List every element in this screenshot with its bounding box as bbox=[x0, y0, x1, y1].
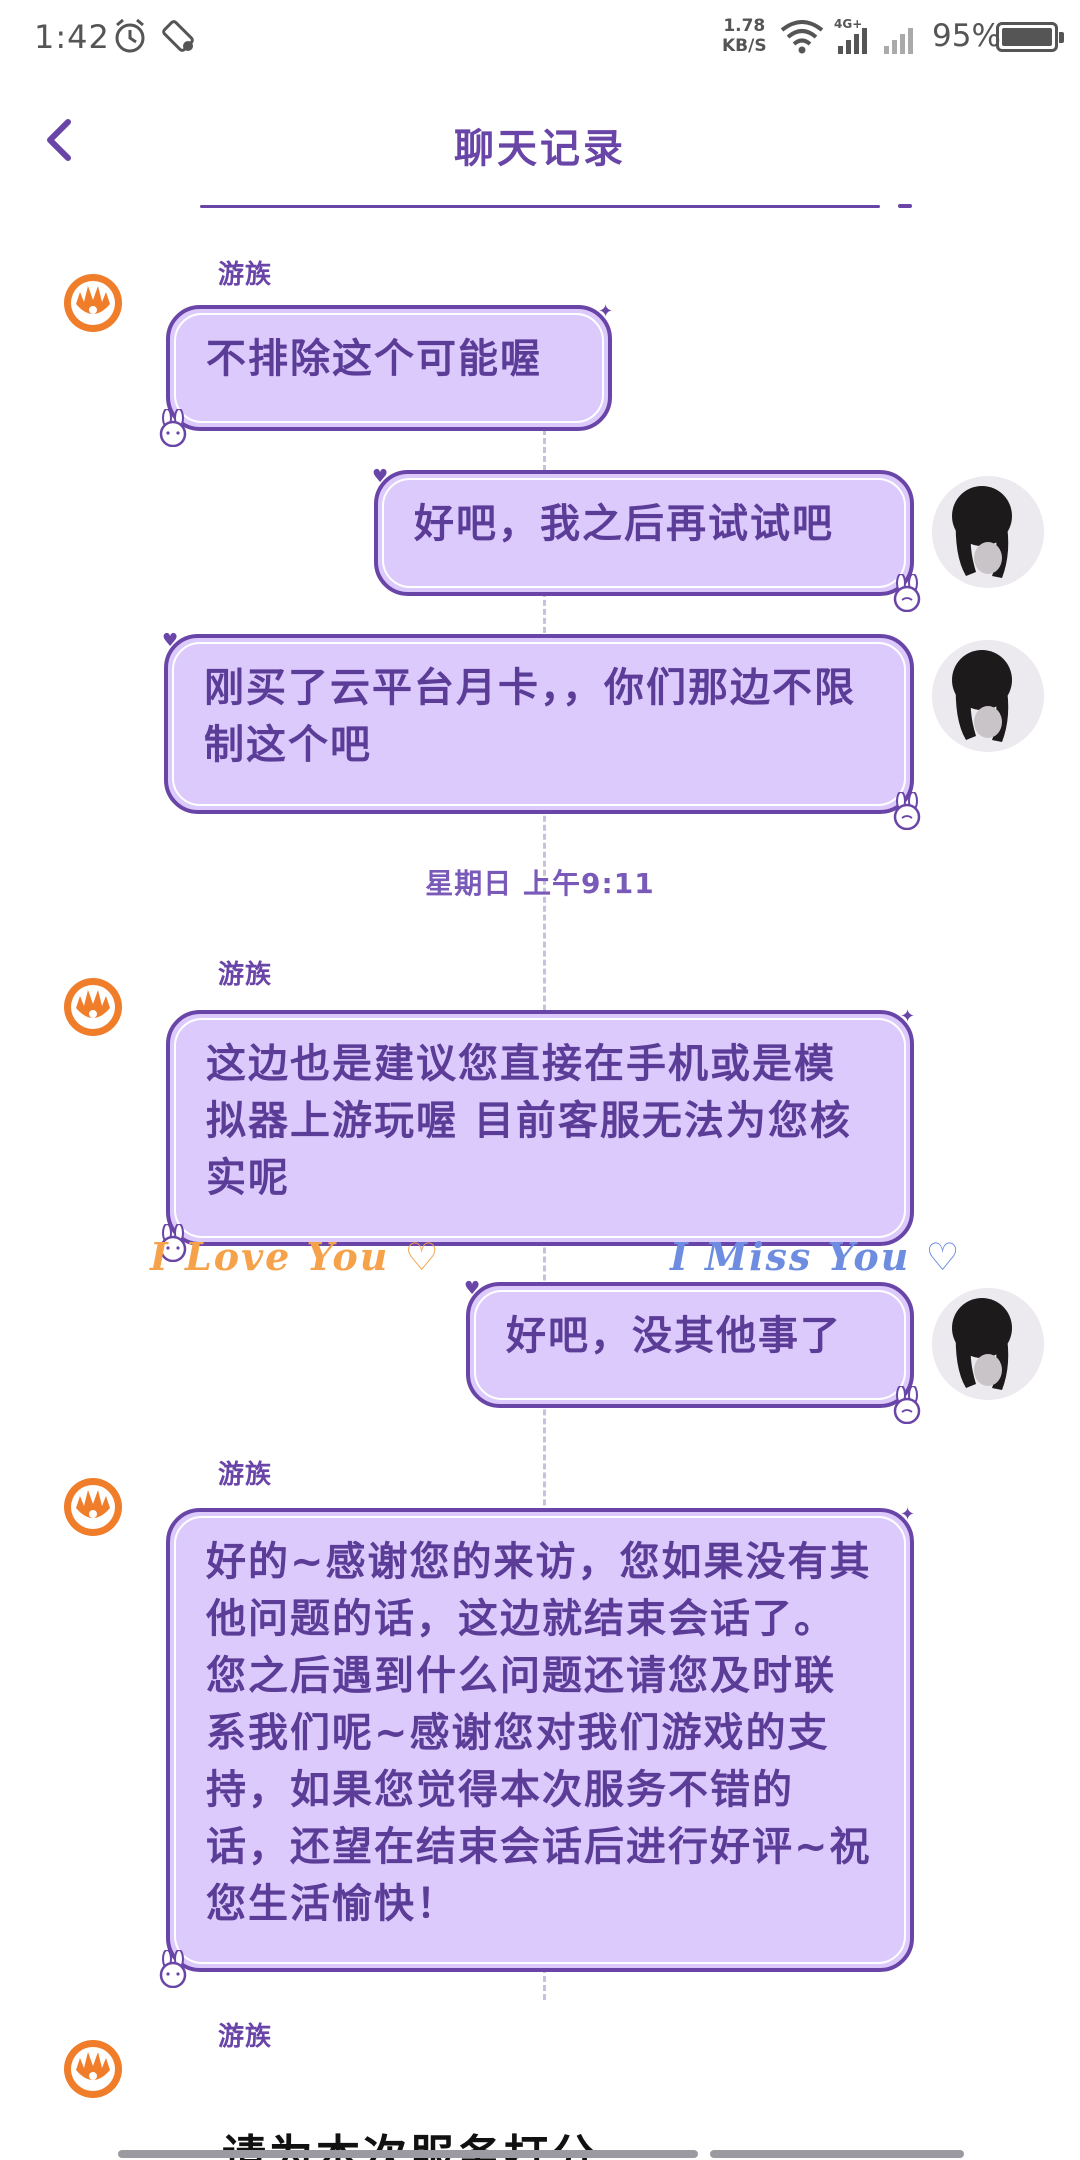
heart-icon: ♥ bbox=[372, 466, 391, 487]
sender-name: 游族 bbox=[218, 260, 273, 290]
wifi-icon bbox=[780, 20, 824, 54]
message-text: 不排除这个可能喔 bbox=[206, 336, 542, 382]
bunny-icon bbox=[893, 792, 921, 830]
net-speed-value: 1.78 bbox=[723, 16, 766, 36]
message-bubble-agent: 这边也是建议您直接在手机或是模拟器上游玩喔 目前客服无法为您核实呢 ✦ bbox=[159, 1008, 915, 1262]
star-icon: ✦ bbox=[900, 1006, 918, 1027]
message-text: 好吧，没其他事了 bbox=[506, 1313, 842, 1359]
header-divider bbox=[200, 205, 880, 208]
message-bubble-user: 好吧，我之后再试试吧 ♥ bbox=[372, 466, 921, 612]
net-speed-unit: KB/S bbox=[722, 36, 767, 56]
message-bubble-agent: 好的~感谢您的来访，您如果没有其他问题的话，这边就结束会话了。您之后遇到什么问题… bbox=[159, 1506, 915, 1988]
network-type: 4G+ bbox=[834, 17, 862, 31]
agent-avatar-icon[interactable] bbox=[62, 976, 124, 1038]
battery-level: 95% bbox=[932, 18, 1001, 54]
message-bubble-user: 刚买了云平台月卡，，你们那边不限制这个吧 ♥ bbox=[162, 630, 921, 830]
sender-name: 游族 bbox=[218, 2022, 273, 2052]
header-divider-dot bbox=[898, 204, 912, 208]
user-avatar[interactable] bbox=[932, 640, 1044, 752]
love-decoration: I Love You ♡ bbox=[150, 1234, 441, 1279]
user-avatar[interactable] bbox=[932, 1288, 1044, 1400]
message-text: 刚买了云平台月卡，，你们那边不限制这个吧 bbox=[204, 665, 856, 768]
battery-icon bbox=[996, 22, 1064, 52]
message-bubble-agent: 不排除这个可能喔 ✦ bbox=[159, 303, 613, 447]
bunny-icon bbox=[893, 574, 921, 612]
status-bar: 1:42 1.78 KB/S 4G+ 95% bbox=[0, 0, 1080, 76]
timestamp: 星期日 上午9:11 bbox=[425, 867, 655, 900]
rating-card-edge bbox=[710, 2150, 964, 2158]
signal-icon: 4G+ bbox=[834, 17, 913, 54]
agent-avatar-icon[interactable] bbox=[62, 272, 124, 334]
star-icon: ✦ bbox=[598, 301, 616, 322]
rotate-lock-icon bbox=[162, 20, 194, 52]
sender-name: 游族 bbox=[218, 1460, 273, 1490]
net-speed: 1.78 KB/S bbox=[722, 16, 767, 56]
bunny-icon bbox=[159, 1950, 187, 1988]
message-bubble-user: 好吧，没其他事了 ♥ bbox=[464, 1278, 921, 1424]
heart-icon: ♥ bbox=[464, 1278, 483, 1299]
star-icon: ✦ bbox=[900, 1504, 918, 1525]
agent-avatar-icon[interactable] bbox=[62, 2038, 124, 2100]
user-avatar-image bbox=[932, 476, 1044, 588]
status-time: 1:42 bbox=[34, 18, 110, 56]
message-text: 好的~感谢您的来访，您如果没有其他问题的话，这边就结束会话了。您之后遇到什么问题… bbox=[206, 1539, 872, 1927]
page-title: 聊天记录 bbox=[454, 126, 626, 172]
user-avatar[interactable] bbox=[932, 476, 1044, 588]
message-text: 这边也是建议您直接在手机或是模拟器上游玩喔 目前客服无法为您核实呢 bbox=[206, 1041, 852, 1201]
heart-icon: ♥ bbox=[162, 630, 181, 651]
miss-decoration: I Miss You ♡ bbox=[670, 1234, 962, 1279]
header: 聊天记录 bbox=[0, 80, 1080, 208]
user-avatar-image bbox=[932, 640, 1044, 752]
agent-avatar-icon[interactable] bbox=[62, 1476, 124, 1538]
sender-name: 游族 bbox=[218, 960, 273, 990]
user-avatar-image bbox=[932, 1288, 1044, 1400]
rating-card-edge bbox=[118, 2150, 698, 2158]
alarm-icon bbox=[115, 18, 145, 53]
bunny-icon bbox=[893, 1386, 921, 1424]
message-text: 好吧，我之后再试试吧 bbox=[414, 501, 834, 547]
bunny-icon bbox=[159, 409, 187, 447]
